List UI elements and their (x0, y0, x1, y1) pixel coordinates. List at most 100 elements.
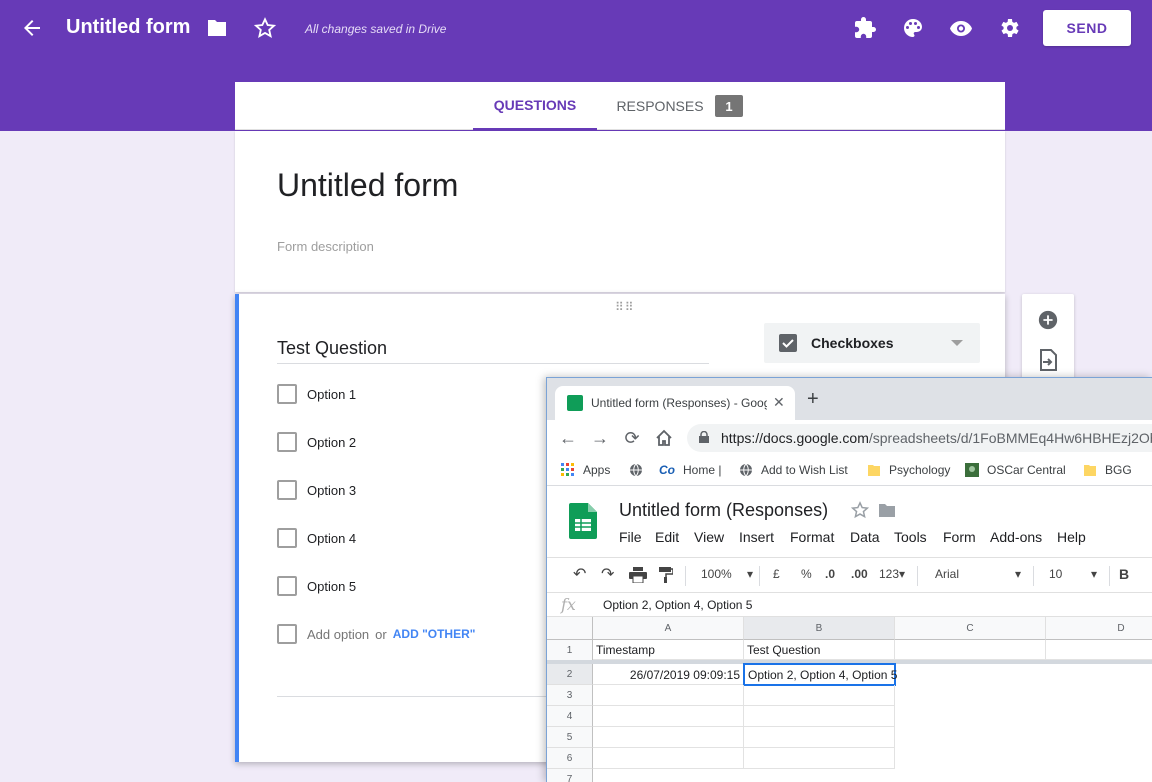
redo-icon[interactable]: ↷ (601, 564, 614, 584)
form-title[interactable]: Untitled form (277, 167, 458, 204)
increase-decimal-button[interactable]: .00 (851, 567, 868, 581)
import-questions-icon[interactable] (1036, 348, 1060, 372)
send-button[interactable]: SEND (1043, 10, 1131, 46)
cell[interactable] (744, 727, 895, 748)
tab-responses[interactable]: RESPONSES (616, 82, 703, 130)
row-header[interactable]: 3 (547, 685, 593, 706)
menu-edit[interactable]: Edit (655, 529, 679, 545)
bookmark-bgg[interactable]: BGG (1083, 463, 1132, 477)
preview-eye-icon[interactable] (947, 14, 975, 42)
row-header[interactable]: 5 (547, 727, 593, 748)
menu-tools[interactable]: Tools (894, 529, 927, 545)
cell-b1[interactable]: Test Question (744, 640, 895, 660)
menu-file[interactable]: File (619, 529, 642, 545)
star-icon[interactable] (251, 14, 279, 42)
print-icon[interactable] (629, 567, 647, 586)
bookmark-psychology[interactable]: Psychology (867, 463, 950, 477)
new-tab-icon[interactable]: + (807, 388, 819, 411)
back-icon[interactable]: ← (557, 427, 579, 449)
option-row[interactable]: Option 3 (277, 480, 356, 500)
folder-icon[interactable] (203, 14, 231, 42)
cell-b2-selected[interactable]: Option 2, Option 4, Option 5 (743, 663, 897, 686)
row-header[interactable]: 7 (547, 769, 593, 782)
cell[interactable] (744, 685, 895, 706)
cell[interactable] (593, 727, 744, 748)
menu-add-ons[interactable]: Add-ons (990, 529, 1042, 545)
option-label[interactable]: Option 3 (307, 483, 356, 498)
menu-form[interactable]: Form (943, 529, 976, 545)
column-header[interactable]: C (895, 617, 1046, 640)
browser-tab[interactable]: Untitled form (Responses) - Goog ✕ (555, 386, 795, 420)
menu-format[interactable]: Format (790, 529, 834, 545)
option-row[interactable]: Option 4 (277, 528, 356, 548)
bookmark-home[interactable]: Co Home | (659, 463, 721, 477)
bookmark-add-to-wish-list[interactable]: Add to Wish List (739, 463, 848, 477)
option-row[interactable]: Option 1 (277, 384, 356, 404)
currency-format-button[interactable]: £ (773, 567, 780, 581)
paint-format-icon[interactable] (659, 567, 674, 586)
menu-data[interactable]: Data (850, 529, 880, 545)
cell[interactable] (593, 748, 744, 769)
home-icon[interactable] (653, 427, 675, 449)
cell-a1[interactable]: Timestamp (593, 640, 744, 660)
option-label[interactable]: Option 4 (307, 531, 356, 546)
decrease-decimal-button[interactable]: .0 (825, 567, 835, 581)
puzzle-addon-icon[interactable] (851, 14, 879, 42)
add-question-icon[interactable] (1036, 308, 1060, 332)
tab-questions[interactable]: QUESTIONS (473, 82, 597, 130)
zoom-select[interactable]: 100% ▾ (701, 567, 753, 581)
row-header[interactable]: 6 (547, 748, 593, 769)
column-header[interactable]: D (1046, 617, 1152, 640)
option-row[interactable]: Option 2 (277, 432, 356, 452)
bold-button[interactable]: B (1119, 566, 1129, 582)
option-label[interactable]: Option 1 (307, 387, 356, 402)
form-description-field[interactable]: Form description (277, 239, 374, 254)
row-header[interactable]: 1 (547, 640, 593, 661)
forward-icon[interactable]: → (589, 427, 611, 449)
sheets-logo-icon[interactable] (569, 503, 597, 539)
option-row[interactable]: Option 5 (277, 576, 356, 596)
add-option-link[interactable]: Add option (307, 627, 369, 642)
star-icon[interactable] (850, 501, 870, 524)
cell[interactable] (895, 640, 1046, 660)
font-family-select[interactable]: Arial ▾ (935, 567, 1025, 581)
font-size-select[interactable]: 10 ▾ (1049, 567, 1101, 581)
bookmark-apps[interactable]: Apps (561, 463, 610, 477)
menu-help[interactable]: Help (1057, 529, 1086, 545)
row-header[interactable]: 4 (547, 706, 593, 727)
sheet-title[interactable]: Untitled form (Responses) (619, 500, 828, 521)
formula-bar[interactable]: fx Option 2, Option 4, Option 5 (547, 593, 1152, 617)
cell[interactable] (593, 706, 744, 727)
row-header[interactable]: 2 (547, 664, 593, 685)
settings-gear-icon[interactable] (995, 14, 1023, 42)
question-title-input[interactable]: Test Question (277, 338, 709, 364)
cell[interactable] (744, 706, 895, 727)
globe-icon[interactable] (629, 463, 651, 477)
move-folder-icon[interactable] (878, 503, 896, 523)
cell[interactable] (593, 685, 744, 706)
option-label[interactable]: Option 2 (307, 435, 356, 450)
drag-handle-icon[interactable]: ⠿⠿ (615, 300, 635, 314)
add-other-link[interactable]: ADD "OTHER" (393, 627, 476, 641)
menu-insert[interactable]: Insert (739, 529, 774, 545)
menu-view[interactable]: View (694, 529, 724, 545)
spreadsheet-grid[interactable]: A B C D 1 2 3 4 5 6 7 Timestamp Test Que… (547, 617, 1152, 782)
percent-format-button[interactable]: % (801, 567, 812, 581)
option-label[interactable]: Option 5 (307, 579, 356, 594)
reload-icon[interactable]: ⟳ (621, 427, 643, 449)
cell[interactable] (1046, 640, 1152, 660)
question-type-dropdown[interactable]: Checkboxes (764, 323, 980, 363)
cell-a2[interactable]: 26/07/2019 09:09:15 (593, 664, 744, 685)
close-tab-icon[interactable]: ✕ (773, 394, 785, 411)
bookmark-oscar-central[interactable]: OSCar Central (965, 463, 1066, 477)
cell[interactable] (744, 748, 895, 769)
column-header[interactable]: A (593, 617, 744, 640)
more-formats-select[interactable]: 123▾ (879, 567, 905, 581)
column-header[interactable]: B (744, 617, 895, 640)
select-all-corner[interactable] (547, 617, 593, 640)
form-name[interactable]: Untitled form (66, 16, 190, 39)
formula-value[interactable]: Option 2, Option 4, Option 5 (603, 598, 752, 612)
undo-icon[interactable]: ↶ (573, 564, 586, 584)
address-bar[interactable]: https://docs.google.com/spreadsheets/d/1… (687, 424, 1152, 452)
back-arrow-icon[interactable] (18, 14, 46, 42)
